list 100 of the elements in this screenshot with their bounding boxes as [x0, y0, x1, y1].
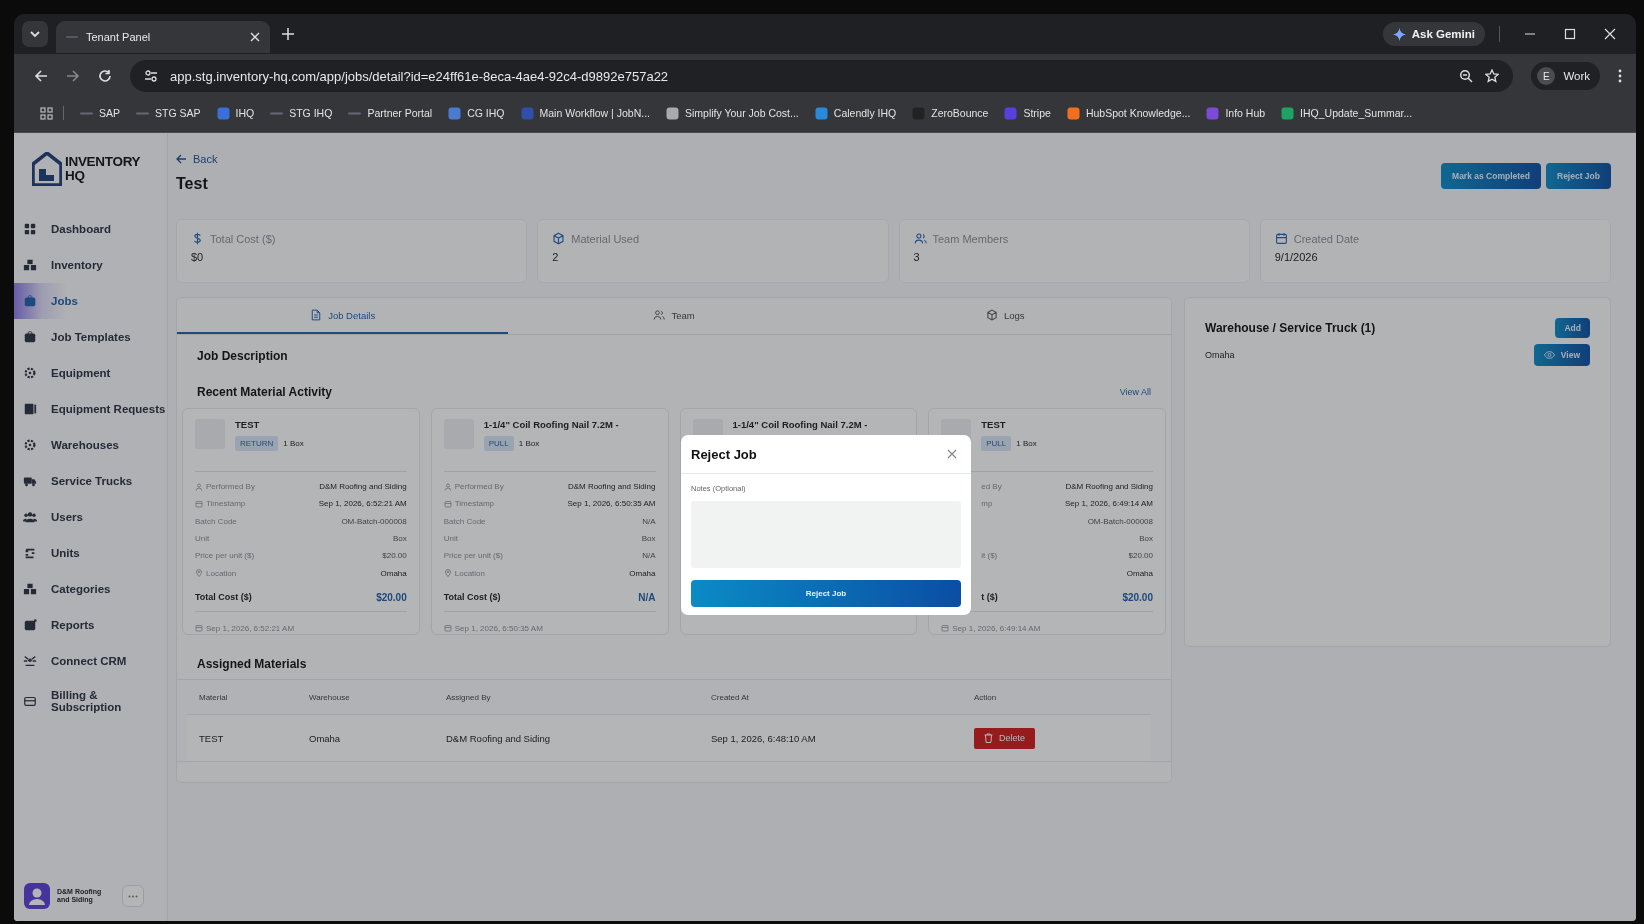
add-button[interactable]: Add	[1555, 318, 1590, 338]
nav-item[interactable]: Inventory	[14, 247, 167, 283]
browser-tab[interactable]: Tenant Panel	[56, 21, 270, 53]
column-header: Material	[199, 692, 229, 702]
nav-item[interactable]: Equipment Requests	[14, 391, 167, 427]
action-button[interactable]: Mark as Completed	[1441, 163, 1541, 189]
nav-item[interactable]: Connect CRM	[14, 643, 167, 679]
reload-icon[interactable]	[98, 69, 112, 83]
stat-label: Created Date	[1293, 232, 1360, 245]
tab-list-button[interactable]	[22, 21, 48, 47]
stat-label: Team Members	[932, 232, 1009, 245]
star-icon[interactable]	[1485, 69, 1500, 83]
activity-date: Sep 1, 2026, 6:52:21 AM	[206, 623, 295, 633]
person-icon	[443, 482, 452, 491]
view-button[interactable]: View	[1533, 344, 1590, 366]
bookmark[interactable]: Partner Portal	[348, 106, 433, 120]
profile-avatar: E	[1537, 67, 1556, 85]
stat-value: 9/1/2026	[1274, 251, 1319, 263]
field-value: $20.00	[1128, 551, 1153, 561]
new-tab-icon[interactable]	[282, 28, 294, 40]
field-label: Timestamp	[454, 499, 494, 509]
document-icon	[310, 309, 323, 321]
quantity-text: 1 Box	[283, 439, 304, 448]
site-icon	[1281, 106, 1295, 120]
back-link[interactable]: Back	[176, 153, 218, 165]
section-heading: Job Description	[196, 348, 289, 363]
table-cell-text: TEST	[199, 732, 225, 744]
forward-icon[interactable]	[66, 69, 80, 83]
field-value: OM-Batch-000008	[1087, 516, 1153, 526]
bookmark[interactable]: Info Hub	[1206, 106, 1266, 120]
bookmark[interactable]: STG SAP	[136, 106, 201, 120]
field-value: D&M Roofing and Siding	[567, 482, 656, 492]
bookmark[interactable]: IHQ_Update_Summar...	[1281, 106, 1413, 120]
nav-item[interactable]: Equipment	[14, 355, 167, 391]
bookmark[interactable]: IHQ	[216, 106, 255, 120]
users-icon	[23, 510, 37, 524]
avatar-icon	[24, 883, 50, 909]
nav-item[interactable]: Dashboard	[14, 211, 167, 247]
menu-icon[interactable]	[1618, 69, 1622, 83]
field-label: Batch Code	[195, 516, 237, 526]
calendar-icon	[443, 499, 452, 508]
bookmark[interactable]: SAP	[80, 106, 120, 120]
field-value: Omaha	[380, 568, 407, 578]
view-all-link[interactable]: View All	[1119, 387, 1151, 397]
field-label: Unit	[195, 534, 210, 544]
pin-icon	[195, 569, 203, 578]
calendar-icon	[195, 499, 203, 508]
calendar-icon	[1274, 232, 1288, 245]
nav-item[interactable]: Warehouses	[14, 427, 167, 463]
nav-item[interactable]: Job Templates	[14, 319, 167, 355]
chevron-down-icon	[29, 28, 41, 40]
maximize-icon[interactable]	[1564, 28, 1576, 40]
activity-type-badge: PULL	[981, 436, 1012, 451]
bookmark[interactable]: HubSpot Knowledge...	[1066, 106, 1191, 120]
apps-icon[interactable]	[40, 106, 53, 120]
stat-value: 2	[552, 251, 560, 263]
card-icon	[23, 694, 37, 708]
nav-item[interactable]: Reports	[14, 607, 167, 643]
address-bar[interactable]: app.stg.inventory-hq.com/app/jobs/detail?id=e24ff61e-8eca-4ae4-92c4-d9892e757a22	[130, 60, 1514, 92]
logo-text: HQ	[65, 169, 86, 183]
table-cell-text: D&M Roofing and Siding	[446, 732, 552, 744]
field-label: Unit	[443, 534, 458, 544]
bookmark[interactable]: CG IHQ	[448, 106, 505, 120]
bookmark[interactable]: STG IHQ	[270, 106, 333, 120]
zoom-icon[interactable]	[1459, 69, 1474, 83]
gear-icon	[23, 366, 37, 380]
bookmark[interactable]: Simplify Your Job Cost...	[666, 106, 799, 120]
site-icon	[912, 106, 926, 120]
field-label: Price per unit ($)	[195, 551, 255, 561]
grid-icon	[23, 222, 37, 236]
activity-type-badge: PULL	[483, 436, 514, 451]
delete-button[interactable]: Delete	[974, 727, 1035, 749]
nav-item[interactable]: Units	[14, 535, 167, 571]
tab[interactable]: Team	[508, 298, 840, 334]
profile-name: Work	[1563, 70, 1590, 82]
ask-gemini-button[interactable]: Ask Gemini	[1382, 22, 1485, 46]
calendar-icon	[941, 624, 950, 633]
bookmark[interactable]: Stripe	[1004, 106, 1051, 120]
nav-item[interactable]: Users	[14, 499, 167, 535]
field-label: Price per unit ($)	[443, 551, 503, 561]
reject-job-button[interactable]: Reject Job	[691, 580, 961, 607]
tab[interactable]: Job Details	[177, 298, 509, 334]
nav-item[interactable]: Service Trucks	[14, 463, 167, 499]
nav-item[interactable]: Categories	[14, 571, 167, 607]
nav-item[interactable]: Billing & Subscription	[14, 679, 167, 723]
field-label: Performed By	[454, 482, 504, 492]
action-button[interactable]: Reject Job	[1546, 163, 1611, 189]
activity-date: Sep 1, 2026, 6:49:14 AM	[952, 623, 1041, 633]
document-icon	[23, 402, 37, 416]
sparkle-icon	[1392, 27, 1406, 41]
profile-button[interactable]: E Work	[1531, 62, 1600, 90]
tab[interactable]: Logs	[839, 298, 1171, 334]
bookmark[interactable]: Calendly IHQ	[814, 106, 897, 120]
site-icon	[1206, 106, 1220, 120]
column-header: Created At	[711, 692, 750, 702]
bookmark[interactable]: ZeroBounce	[912, 106, 989, 120]
material-name: TEST	[981, 419, 1007, 430]
field-value: N/A	[642, 516, 656, 526]
back-icon[interactable]	[34, 69, 48, 83]
bookmark[interactable]: Main Workflow | JobN...	[520, 106, 650, 120]
